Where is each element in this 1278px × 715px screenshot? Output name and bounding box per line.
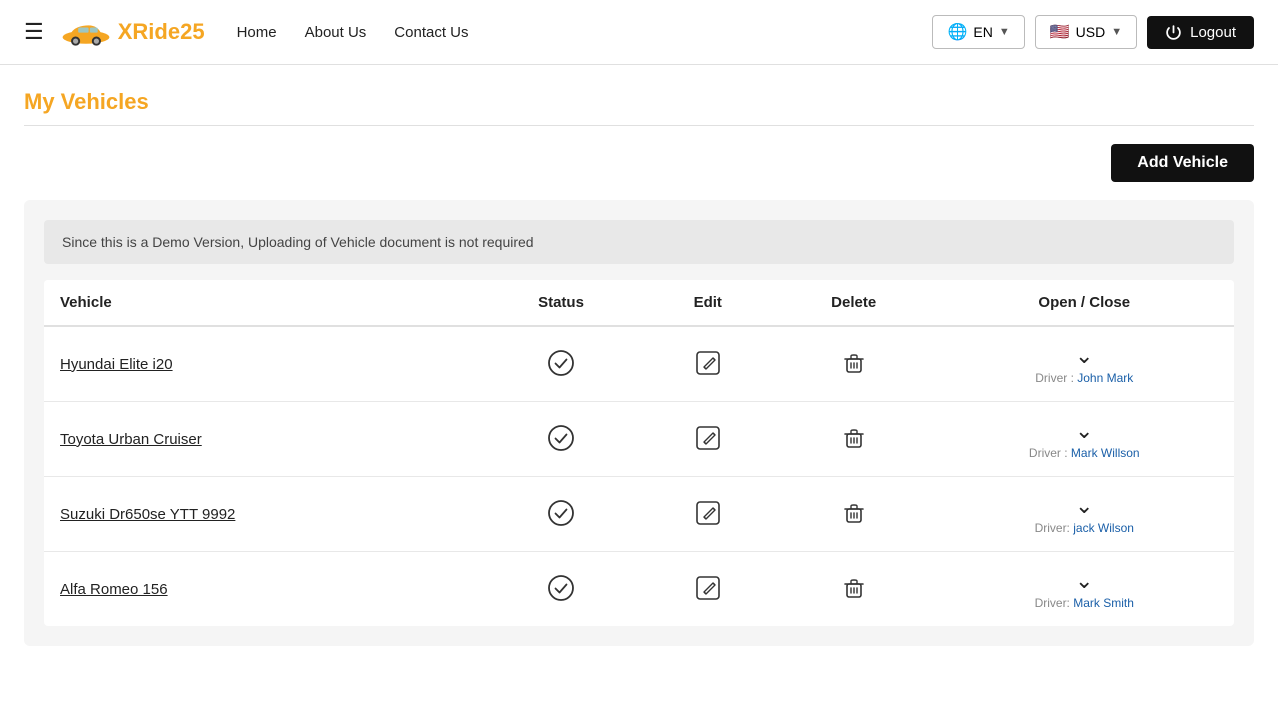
edit-cell: [643, 402, 773, 477]
currency-chevron-icon: ▼: [1111, 26, 1122, 38]
language-chevron-icon: ▼: [999, 26, 1010, 38]
driver-label: Driver : John Mark: [1035, 371, 1133, 385]
page-content: My Vehicles Add Vehicle Since this is a …: [0, 65, 1278, 646]
open-close-button[interactable]: ⌄: [1073, 418, 1095, 444]
power-icon: [1165, 24, 1182, 41]
edit-button[interactable]: [693, 348, 723, 378]
checkmark-circle-icon: [547, 424, 575, 452]
driver-label: Driver : Mark Willson: [1029, 446, 1140, 460]
delete-cell: [773, 326, 935, 402]
delete-button[interactable]: [839, 573, 869, 603]
trash-icon: [841, 350, 867, 376]
vehicle-name-link[interactable]: Toyota Urban Cruiser: [60, 431, 202, 448]
vehicle-name-cell: Suzuki Dr650se YTT 9992: [44, 477, 479, 552]
logo-car-icon: [60, 16, 112, 48]
vehicle-table: Vehicle Status Edit Delete Open / Close …: [44, 280, 1234, 626]
language-flag-icon: 🌐: [947, 22, 967, 42]
vehicle-name-cell: Toyota Urban Cruiser: [44, 402, 479, 477]
status-button[interactable]: [545, 347, 577, 379]
status-cell: [479, 552, 642, 627]
logo-text: XRide25: [118, 19, 205, 45]
delete-cell: [773, 477, 935, 552]
edit-button[interactable]: [693, 423, 723, 453]
status-button[interactable]: [545, 497, 577, 529]
table-row: Toyota Urban Cruiser: [44, 402, 1234, 477]
edit-button[interactable]: [693, 498, 723, 528]
trash-icon: [841, 500, 867, 526]
open-close-cell: ⌄ Driver : John Mark: [935, 326, 1235, 402]
language-label: EN: [973, 24, 992, 40]
trash-icon: [841, 425, 867, 451]
col-header-status: Status: [479, 280, 642, 326]
status-button[interactable]: [545, 572, 577, 604]
table-row: Suzuki Dr650se YTT 9992: [44, 477, 1234, 552]
edit-icon: [695, 500, 721, 526]
chevron-down-icon: ⌄: [1075, 345, 1093, 367]
checkmark-circle-icon: [547, 574, 575, 602]
logout-button[interactable]: Logout: [1147, 16, 1254, 49]
vehicle-name-cell: Hyundai Elite i20: [44, 326, 479, 402]
currency-label: USD: [1076, 24, 1106, 40]
table-row: Hyundai Elite i20: [44, 326, 1234, 402]
table-header-row: Vehicle Status Edit Delete Open / Close: [44, 280, 1234, 326]
checkmark-circle-icon: [547, 499, 575, 527]
add-vehicle-button[interactable]: Add Vehicle: [1111, 144, 1254, 182]
status-button[interactable]: [545, 422, 577, 454]
currency-selector[interactable]: 🇺🇸 USD ▼: [1035, 15, 1137, 49]
driver-label: Driver: jack Wilson: [1035, 521, 1134, 535]
currency-flag-icon: 🇺🇸: [1050, 22, 1070, 42]
edit-cell: [643, 326, 773, 402]
table-row: Alfa Romeo 156: [44, 552, 1234, 627]
col-header-delete: Delete: [773, 280, 935, 326]
vehicle-name-link[interactable]: Suzuki Dr650se YTT 9992: [60, 506, 235, 523]
driver-label: Driver: Mark Smith: [1035, 596, 1134, 610]
chevron-down-icon: ⌄: [1075, 570, 1093, 592]
vehicle-name-link[interactable]: Alfa Romeo 156: [60, 581, 168, 598]
main-header: ☰ XRide25 Home About Us Contact Us 🌐 EN …: [0, 0, 1278, 65]
header-right: 🌐 EN ▼ 🇺🇸 USD ▼ Logout: [932, 15, 1254, 49]
open-close-button[interactable]: ⌄: [1073, 343, 1095, 369]
nav-contact[interactable]: Contact Us: [394, 24, 468, 41]
checkmark-circle-icon: [547, 349, 575, 377]
col-header-vehicle: Vehicle: [44, 280, 479, 326]
chevron-down-icon: ⌄: [1075, 495, 1093, 517]
status-cell: [479, 477, 642, 552]
language-selector[interactable]: 🌐 EN ▼: [932, 15, 1024, 49]
open-close-cell: ⌄ Driver : Mark Willson: [935, 402, 1235, 477]
open-close-button[interactable]: ⌄: [1073, 568, 1095, 594]
edit-cell: [643, 477, 773, 552]
table-wrapper: Since this is a Demo Version, Uploading …: [24, 200, 1254, 646]
col-header-open-close: Open / Close: [935, 280, 1235, 326]
status-cell: [479, 326, 642, 402]
delete-button[interactable]: [839, 498, 869, 528]
toolbar: Add Vehicle: [24, 126, 1254, 200]
vehicle-name-link[interactable]: Hyundai Elite i20: [60, 356, 173, 373]
vehicle-name-cell: Alfa Romeo 156: [44, 552, 479, 627]
edit-icon: [695, 350, 721, 376]
hamburger-menu[interactable]: ☰: [24, 19, 44, 45]
col-header-edit: Edit: [643, 280, 773, 326]
page-title: My Vehicles: [24, 89, 1254, 115]
chevron-down-icon: ⌄: [1075, 420, 1093, 442]
main-nav: Home About Us Contact Us: [237, 24, 933, 41]
logout-label: Logout: [1190, 24, 1236, 41]
delete-button[interactable]: [839, 423, 869, 453]
delete-button[interactable]: [839, 348, 869, 378]
edit-cell: [643, 552, 773, 627]
logo: XRide25: [60, 16, 205, 48]
open-close-cell: ⌄ Driver: jack Wilson: [935, 477, 1235, 552]
edit-icon: [695, 425, 721, 451]
delete-cell: [773, 402, 935, 477]
edit-button[interactable]: [693, 573, 723, 603]
nav-home[interactable]: Home: [237, 24, 277, 41]
edit-icon: [695, 575, 721, 601]
demo-notice: Since this is a Demo Version, Uploading …: [44, 220, 1234, 264]
nav-about[interactable]: About Us: [305, 24, 367, 41]
status-cell: [479, 402, 642, 477]
open-close-button[interactable]: ⌄: [1073, 493, 1095, 519]
open-close-cell: ⌄ Driver: Mark Smith: [935, 552, 1235, 627]
delete-cell: [773, 552, 935, 627]
trash-icon: [841, 575, 867, 601]
